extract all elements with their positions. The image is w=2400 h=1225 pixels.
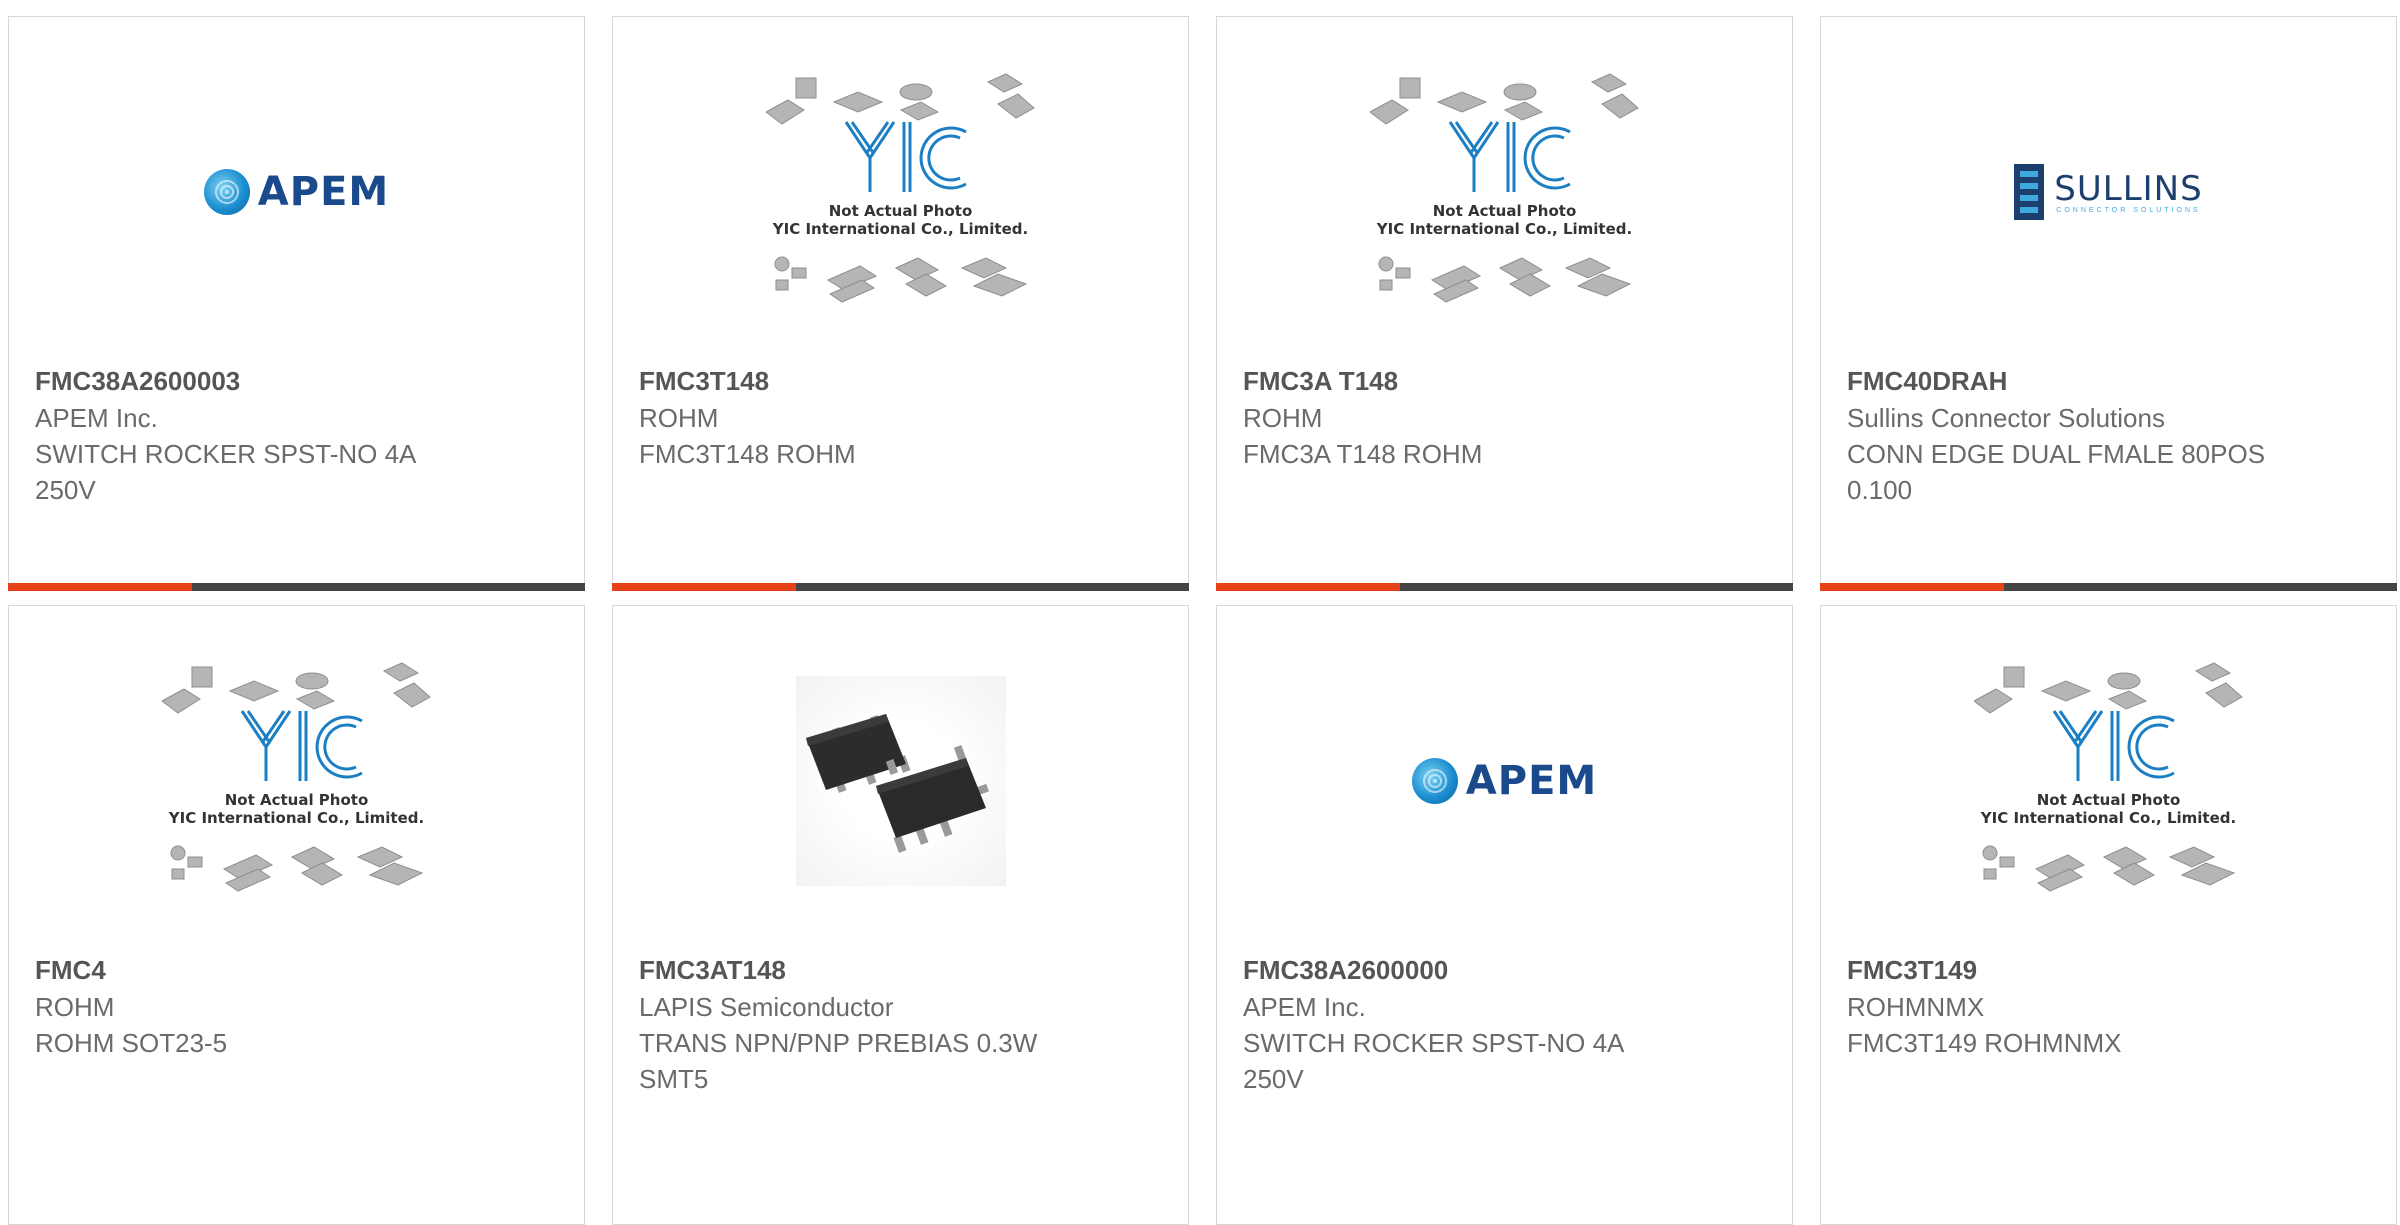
part-number[interactable]: FMC4 (35, 951, 564, 989)
placeholder-company: YIC International Co., Limited. (168, 809, 425, 827)
product-image[interactable] (613, 606, 1188, 956)
logo-text: APEM (1465, 758, 1598, 804)
part-number[interactable]: FMC40DRAH (1847, 362, 2376, 400)
product-image[interactable]: Not Actual Photo YIC International Co., … (9, 606, 584, 956)
manufacturer: ROHM (639, 403, 719, 433)
description: SWITCH ROCKER SPST-NO 4A 250V (35, 439, 415, 505)
product-image[interactable]: Not Actual Photo YIC International Co., … (613, 17, 1188, 367)
sullins-mark-icon (2014, 164, 2045, 220)
yic-placeholder-image: Not Actual Photo YIC International Co., … (765, 72, 1036, 312)
product-info: FMC3T148 ROHM FMC3T148 ROHM (639, 362, 1168, 472)
chip-icon (805, 714, 989, 853)
manufacturer: ROHM (1243, 403, 1323, 433)
manufacturer: Sullins Connector Solutions (1847, 403, 2165, 433)
logo-tagline: CONNECTOR SOLUTIONS (2056, 206, 2201, 214)
logo-text: APEM (257, 169, 390, 215)
product-image[interactable]: Not Actual Photo YIC International Co., … (1821, 606, 2396, 956)
manufacturer: ROHM (35, 992, 115, 1022)
yic-placeholder-image: Not Actual Photo YIC International Co., … (1369, 72, 1640, 312)
description: FMC3A T148 ROHM (1243, 439, 1483, 469)
description: ROHM SOT23-5 (35, 1028, 228, 1058)
product-info: FMC3T149 ROHMNMX FMC3T149 ROHMNMX (1847, 951, 2376, 1061)
part-number[interactable]: FMC3AT148 (639, 951, 1168, 989)
card-accent-bar (1216, 583, 1793, 591)
part-number[interactable]: FMC3T148 (639, 362, 1168, 400)
manufacturer: LAPIS Semiconductor (639, 992, 894, 1022)
card-accent-bar (1820, 583, 2397, 591)
product-card[interactable]: APEM FMC38A2600003 APEM Inc. SWITCH ROCK… (8, 16, 585, 591)
product-info: FMC38A2600003 APEM Inc. SWITCH ROCKER SP… (35, 362, 564, 508)
yic-chips-icon (1369, 73, 1639, 303)
placeholder-company: YIC International Co., Limited. (772, 220, 1029, 238)
product-info: FMC40DRAH Sullins Connector Solutions CO… (1847, 362, 2376, 508)
placeholder-company: YIC International Co., Limited. (1376, 220, 1633, 238)
product-card[interactable]: SULLINS CONNECTOR SOLUTIONS FMC40DRAH Su… (1820, 16, 2397, 591)
yic-chips-icon (161, 662, 431, 892)
product-info: FMC3A T148 ROHM FMC3A T148 ROHM (1243, 362, 1772, 472)
placeholder-caption: Not Actual Photo (2036, 791, 2181, 809)
globe-icon (203, 169, 250, 215)
manufacturer: APEM Inc. (35, 403, 158, 433)
manufacturer: APEM Inc. (1243, 992, 1366, 1022)
product-card[interactable]: Not Actual Photo YIC International Co., … (8, 605, 585, 1225)
description: TRANS NPN/PNP PREBIAS 0.3W SMT5 (639, 1028, 1038, 1094)
product-info: FMC4 ROHM ROHM SOT23-5 (35, 951, 564, 1061)
product-info: FMC3AT148 LAPIS Semiconductor TRANS NPN/… (639, 951, 1168, 1097)
placeholder-company: YIC International Co., Limited. (1980, 809, 2237, 827)
product-image[interactable]: SULLINS CONNECTOR SOLUTIONS (1821, 17, 2396, 367)
part-number[interactable]: FMC38A2600003 (35, 362, 564, 400)
apem-logo: APEM (1411, 758, 1598, 804)
product-card[interactable]: APEM FMC38A2600000 APEM Inc. SWITCH ROCK… (1216, 605, 1793, 1225)
product-info: FMC38A2600000 APEM Inc. SWITCH ROCKER SP… (1243, 951, 1772, 1097)
yic-chips-icon (765, 73, 1035, 303)
globe-icon (1411, 758, 1458, 804)
product-image[interactable]: Not Actual Photo YIC International Co., … (1217, 17, 1792, 367)
placeholder-caption: Not Actual Photo (1432, 202, 1577, 220)
product-card[interactable]: Not Actual Photo YIC International Co., … (1216, 16, 1793, 591)
yic-placeholder-image: Not Actual Photo YIC International Co., … (1973, 661, 2244, 901)
apem-logo: APEM (203, 169, 390, 215)
sullins-logo: SULLINS CONNECTOR SOLUTIONS (2014, 164, 2202, 220)
manufacturer: ROHMNMX (1847, 992, 1985, 1022)
description: FMC3T148 ROHM (639, 439, 856, 469)
product-image[interactable]: APEM (9, 17, 584, 367)
product-image[interactable]: APEM (1217, 606, 1792, 956)
product-card[interactable]: FMC3AT148 LAPIS Semiconductor TRANS NPN/… (612, 605, 1189, 1225)
description: FMC3T149 ROHMNMX (1847, 1028, 2122, 1058)
card-accent-bar (8, 583, 585, 591)
placeholder-caption: Not Actual Photo (828, 202, 973, 220)
placeholder-caption: Not Actual Photo (224, 791, 369, 809)
description: CONN EDGE DUAL FMALE 80POS 0.100 (1847, 439, 2266, 505)
part-number[interactable]: FMC38A2600000 (1243, 951, 1772, 989)
sot23-5-package-photo (795, 676, 1006, 886)
part-number[interactable]: FMC3A T148 (1243, 362, 1772, 400)
product-card[interactable]: Not Actual Photo YIC International Co., … (1820, 605, 2397, 1225)
yic-chips-icon (1973, 662, 2243, 892)
product-card[interactable]: Not Actual Photo YIC International Co., … (612, 16, 1189, 591)
description: SWITCH ROCKER SPST-NO 4A 250V (1243, 1028, 1623, 1094)
product-grid: APEM FMC38A2600003 APEM Inc. SWITCH ROCK… (0, 0, 2400, 1225)
part-number[interactable]: FMC3T149 (1847, 951, 2376, 989)
yic-placeholder-image: Not Actual Photo YIC International Co., … (161, 661, 432, 901)
card-accent-bar (612, 583, 1189, 591)
logo-text: SULLINS (2054, 168, 2203, 209)
